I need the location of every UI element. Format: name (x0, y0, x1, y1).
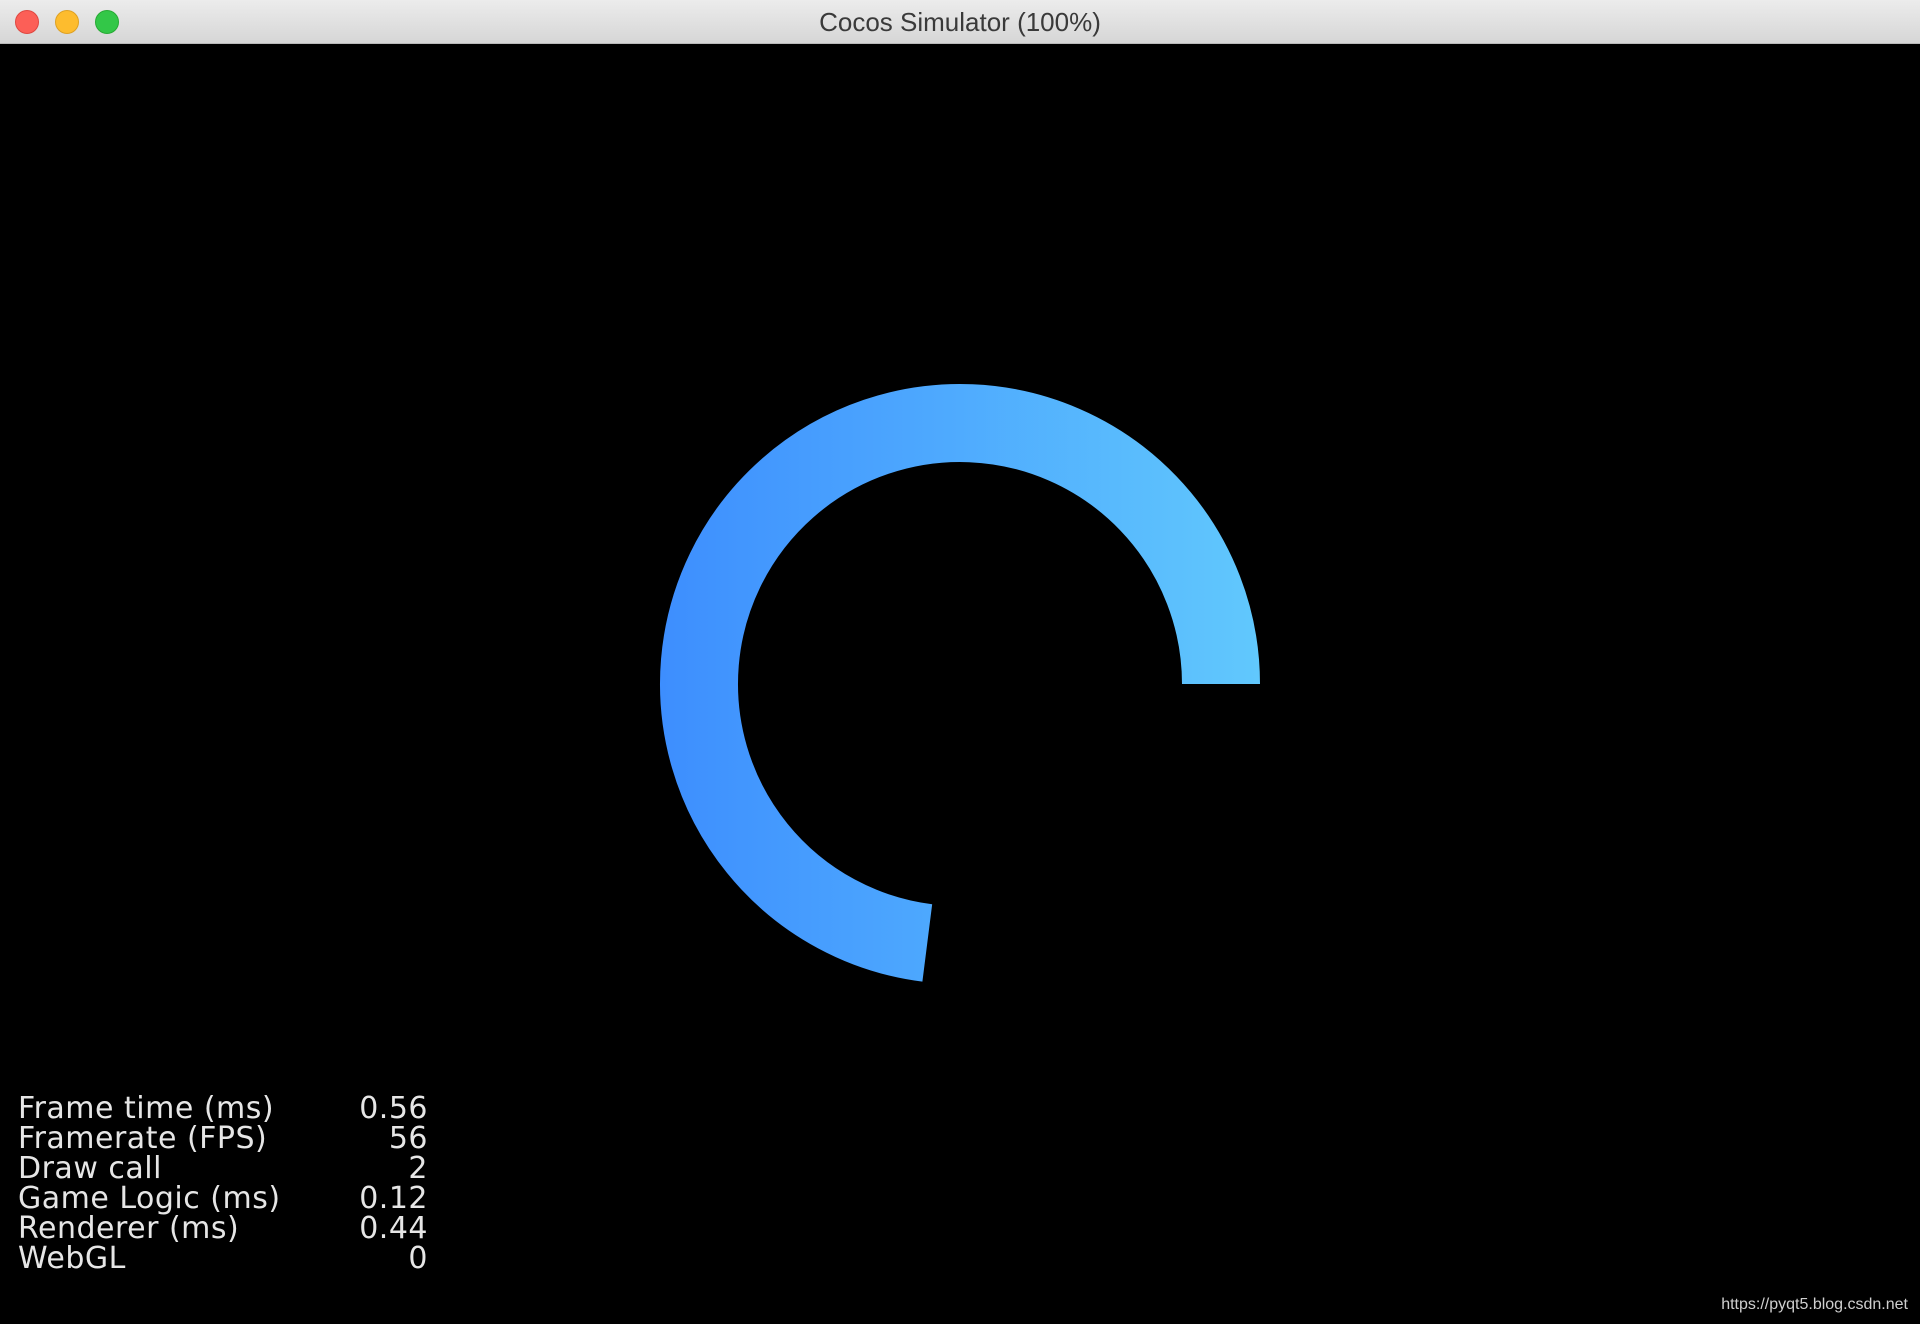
stat-value: 56 (388, 1121, 428, 1156)
stat-row: Framerate (FPS) 56 (18, 1124, 428, 1154)
stat-value: 2 (408, 1151, 428, 1186)
stat-value: 0.44 (359, 1211, 428, 1246)
stat-value: 0.12 (359, 1181, 428, 1216)
stat-label: Renderer (ms) (18, 1211, 240, 1246)
game-canvas[interactable]: Frame time (ms) 0.56 Framerate (FPS) 56 Draw… (0, 44, 1920, 1324)
stat-label: Framerate (FPS) (18, 1121, 268, 1156)
title-bar[interactable]: Cocos Simulator (100%) (0, 0, 1920, 44)
stat-row: Renderer (ms) 0.44 (18, 1214, 428, 1244)
window-title: Cocos Simulator (100%) (819, 7, 1101, 37)
stat-row: Draw call 2 (18, 1154, 428, 1184)
stat-label: Draw call (18, 1151, 162, 1186)
stat-row: WebGL 0 (18, 1244, 428, 1274)
progress-ring-arc (660, 384, 1260, 982)
stat-row: Frame time (ms) 0.56 (18, 1094, 428, 1124)
stat-label: Game Logic (ms) (18, 1181, 281, 1216)
stats-panel: Frame time (ms) 0.56 Framerate (FPS) 56 Draw… (18, 1094, 428, 1274)
stat-value: 0 (408, 1241, 428, 1276)
watermark: https://pyqt5.blog.csdn.net (1721, 1296, 1908, 1313)
simulator-window: Cocos Simulator (100%) Frame time (ms) 0.… (0, 0, 1920, 1324)
stat-row: Game Logic (ms) 0.12 (18, 1184, 428, 1214)
stat-label: Frame time (ms) (18, 1091, 275, 1126)
stat-value: 0.56 (359, 1091, 428, 1126)
stat-label: WebGL (18, 1241, 126, 1276)
